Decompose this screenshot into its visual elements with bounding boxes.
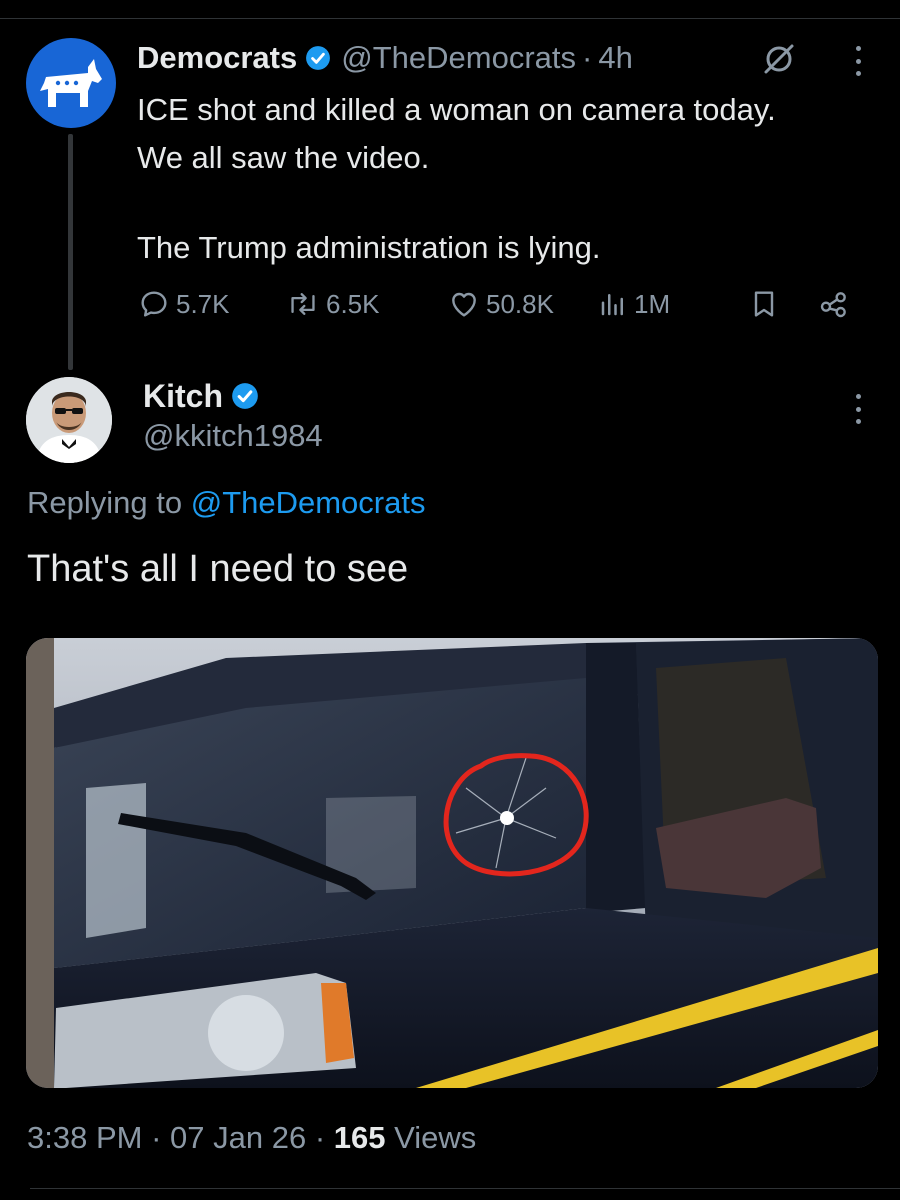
bottom-divider (30, 1188, 900, 1189)
reply-author-name[interactable]: Kitch (143, 378, 223, 415)
tweet-photo[interactable] (26, 638, 878, 1088)
tweet-date: 07 Jan 26 (170, 1120, 307, 1155)
repost-button[interactable]: 6.5K (286, 282, 380, 326)
bookmark-icon (754, 291, 774, 317)
verified-badge-icon (231, 382, 259, 410)
parent-author-name[interactable]: Democrats (137, 40, 297, 76)
views-label: Views (394, 1120, 477, 1155)
timestamp-separator-2: · (314, 1120, 326, 1155)
timestamp-separator-1: · (151, 1120, 162, 1155)
bookmark-button[interactable] (748, 282, 786, 326)
tweet-time: 3:38 PM (27, 1120, 143, 1155)
verified-badge-icon (305, 45, 331, 71)
views-count: 1M (634, 288, 671, 319)
views-number: 165 (333, 1120, 386, 1155)
tweet-timestamp[interactable]: 3:38 PM · 07 Jan 26 · 165 Views (27, 1120, 476, 1156)
like-button[interactable]: 50.8K (448, 282, 554, 326)
thread-line (68, 134, 73, 370)
parent-text-line-2: We all saw the video. (137, 140, 430, 175)
democrats-avatar[interactable] (26, 38, 116, 128)
parent-tweet-text: ICE shot and killed a woman on camera to… (137, 86, 887, 272)
heart-icon (452, 292, 476, 317)
parent-header: Democrats @TheDemocrats · 4h (137, 38, 633, 78)
views-button[interactable]: 1M (598, 282, 670, 326)
repost-icon (291, 293, 315, 315)
parent-handle[interactable]: @TheDemocrats (341, 40, 576, 76)
like-count: 50.8K (486, 288, 554, 319)
reply-author-handle[interactable]: @kkitch1984 (143, 418, 323, 454)
replying-to-line: Replying to @TheDemocrats (27, 485, 425, 521)
share-button[interactable] (816, 282, 858, 326)
parent-separator: · (582, 40, 593, 75)
car-windshield-photo (26, 638, 878, 1088)
kitch-avatar[interactable] (26, 377, 112, 463)
action-bar: 5.7K 6.5K 50.8K 1M (138, 282, 878, 326)
grok-icon[interactable] (762, 42, 796, 81)
repost-count: 6.5K (326, 288, 380, 319)
replying-to-prefix: Replying to (27, 485, 183, 520)
replying-to-link[interactable]: @TheDemocrats (191, 485, 426, 520)
share-icon (820, 292, 846, 318)
reply-tweet-text: That's all I need to see (27, 548, 409, 590)
reply-button[interactable]: 5.7K (138, 282, 230, 326)
reply-icon (141, 291, 167, 317)
reply-author-row: Kitch (143, 375, 269, 417)
reply-count: 5.7K (176, 288, 230, 319)
analytics-icon (601, 294, 623, 316)
donkey-logo-icon (40, 59, 102, 107)
parent-text-line-3: The Trump administration is lying. (137, 230, 601, 265)
parent-tweet[interactable]: Democrats @TheDemocrats · 4h ICE shot an… (0, 0, 900, 370)
more-vertical-icon[interactable] (855, 46, 861, 76)
more-vertical-icon[interactable] (855, 394, 861, 424)
parent-age[interactable]: 4h (598, 40, 632, 76)
parent-text-line-1: ICE shot and killed a woman on camera to… (137, 92, 776, 127)
